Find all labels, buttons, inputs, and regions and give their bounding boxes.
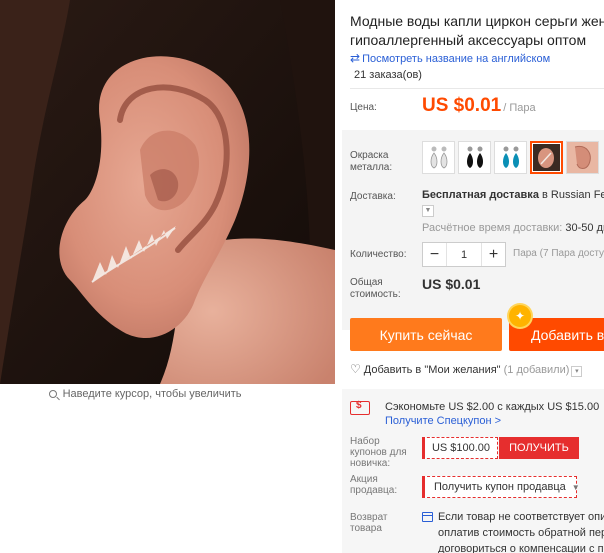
seller-coupon-button[interactable]: Получить купон продавца ▼ [422,476,580,498]
product-image[interactable] [0,0,335,384]
return-policy-text: Если товар не соответствует описа оплати… [438,509,604,553]
newbie-label-line-1: Набор [350,436,380,447]
price-value: US $0.01 [422,95,502,116]
magnifier-icon [48,390,57,398]
shipping-info: Бесплатная доставка в Russian Fede [422,189,604,201]
orders-count: 21 заказа(ов) [354,69,422,81]
newbie-coupon-value: US $100.00 [422,437,498,459]
newbie-label-line-2: купонов для [350,447,407,458]
quantity-stepper: − 1 + [422,242,506,267]
get-coupon-button[interactable]: ПОЛУЧИТЬ [499,437,579,459]
shipping-label: Доставка: [350,191,396,202]
wishlist-dropdown-icon[interactable]: ▾ [571,366,583,377]
clear-crystal-drop-icon [430,146,447,168]
zoom-hint: Наведите курсор, чтобы увеличить [0,388,290,400]
chevron-down-icon: ▼ [571,482,580,492]
return-line-2: оплатив стоимость обратной перес [438,527,604,539]
seller-label-line-2: продавца: [350,485,398,496]
translate-icon: ⇄ [350,51,361,65]
leaf-ear-climber-icon [533,144,560,171]
coupon-icon [350,400,370,415]
seller-coupon-text: Получить купон продавца [434,481,566,493]
seller-promo-label: Акция продавца: [350,474,397,496]
newbie-label-line-3: новичка: [350,458,391,469]
color-label: Окраска металла: [350,150,392,174]
ear-photo [0,0,335,384]
returns-label-line-1: Возврат [350,512,388,523]
quantity-availability: Пара (7 Пара досту [513,248,604,259]
translate-link[interactable]: ⇄ Посмотреть название на английском [350,51,550,65]
delivery-time: Расчётное время доставки: 30-50 дн [422,222,604,234]
swatch-clear-crystal[interactable] [422,141,455,174]
translate-link-text: Посмотреть название на английском [362,53,551,65]
total-price: US $0.01 [422,276,481,292]
returns-label: Возврат товара [350,512,388,534]
swatch-black-crystal[interactable] [458,141,491,174]
save-offer-text: Сэкономьте US $2.00 с каждых US $15.00 [385,401,600,413]
price-label: Цена: [350,102,377,113]
color-label-line-2: металла: [350,162,393,173]
quantity-input[interactable]: 1 [446,243,482,266]
swatch-blue-crystal[interactable] [494,141,527,174]
buy-now-button[interactable]: Купить сейчас [350,318,502,351]
product-title: Модные воды капли циркон серьги женские … [350,12,604,50]
ear-thumbnail-icon [567,142,598,173]
shipping-destination[interactable]: в Russian Fede [542,189,604,201]
zoom-hint-text: Наведите курсор, чтобы увеличить [62,388,242,400]
return-line-3: договориться о компенсации с пр [438,543,604,553]
returns-label-line-2: товара [350,523,382,534]
total-label-line-2: стоимость: [350,289,401,300]
heart-icon: ♡ [350,362,361,376]
product-title-line-1: Модные воды капли циркон серьги женские [350,13,604,29]
product-title-line-2: гипоаллергенный аксессуары оптом [350,32,587,48]
return-policy-icon [422,512,433,522]
color-label-line-1: Окраска [350,150,389,161]
delivery-time-label: Расчётное время доставки: [422,222,563,234]
product-details: Модные воды капли циркон серьги женские … [342,0,604,553]
shipping-dropdown-icon[interactable]: ▼ [422,205,434,217]
add-to-wishlist[interactable]: ♡ Добавить в "Мои желания" (1 добавили) ▾ [350,362,583,377]
blue-crystal-drop-icon [502,146,519,168]
newbie-coupons-label: Набор купонов для новичка: [350,436,407,469]
shipping-free: Бесплатная доставка [422,189,539,201]
seller-label-line-1: Акция [350,474,378,485]
delivery-time-value: 30-50 дн [565,222,604,234]
total-label-line-1: Общая [350,277,383,288]
black-crystal-drop-icon [466,146,483,168]
total-label: Общая стоимость: [350,277,401,301]
quantity-label: Количество: [350,249,407,260]
divider [350,88,604,89]
swatch-leaf-climber[interactable] [530,141,563,174]
price-unit: / Пара [503,102,536,114]
quantity-decrease-button[interactable]: − [423,243,446,266]
cart-sparkle-icon: ✦ [509,305,531,327]
wishlist-text: Добавить в "Мои желания" [363,364,501,376]
price: US $0.01/ Пара [422,95,536,117]
color-swatches [422,141,599,174]
return-line-1: Если товар не соответствует описа [438,511,604,523]
wishlist-count: (1 добавили) [503,364,570,376]
get-special-coupon-link[interactable]: Получите Спецкупон > [385,415,501,427]
quantity-increase-button[interactable]: + [482,243,505,266]
swatch-ear-photo[interactable] [566,141,599,174]
